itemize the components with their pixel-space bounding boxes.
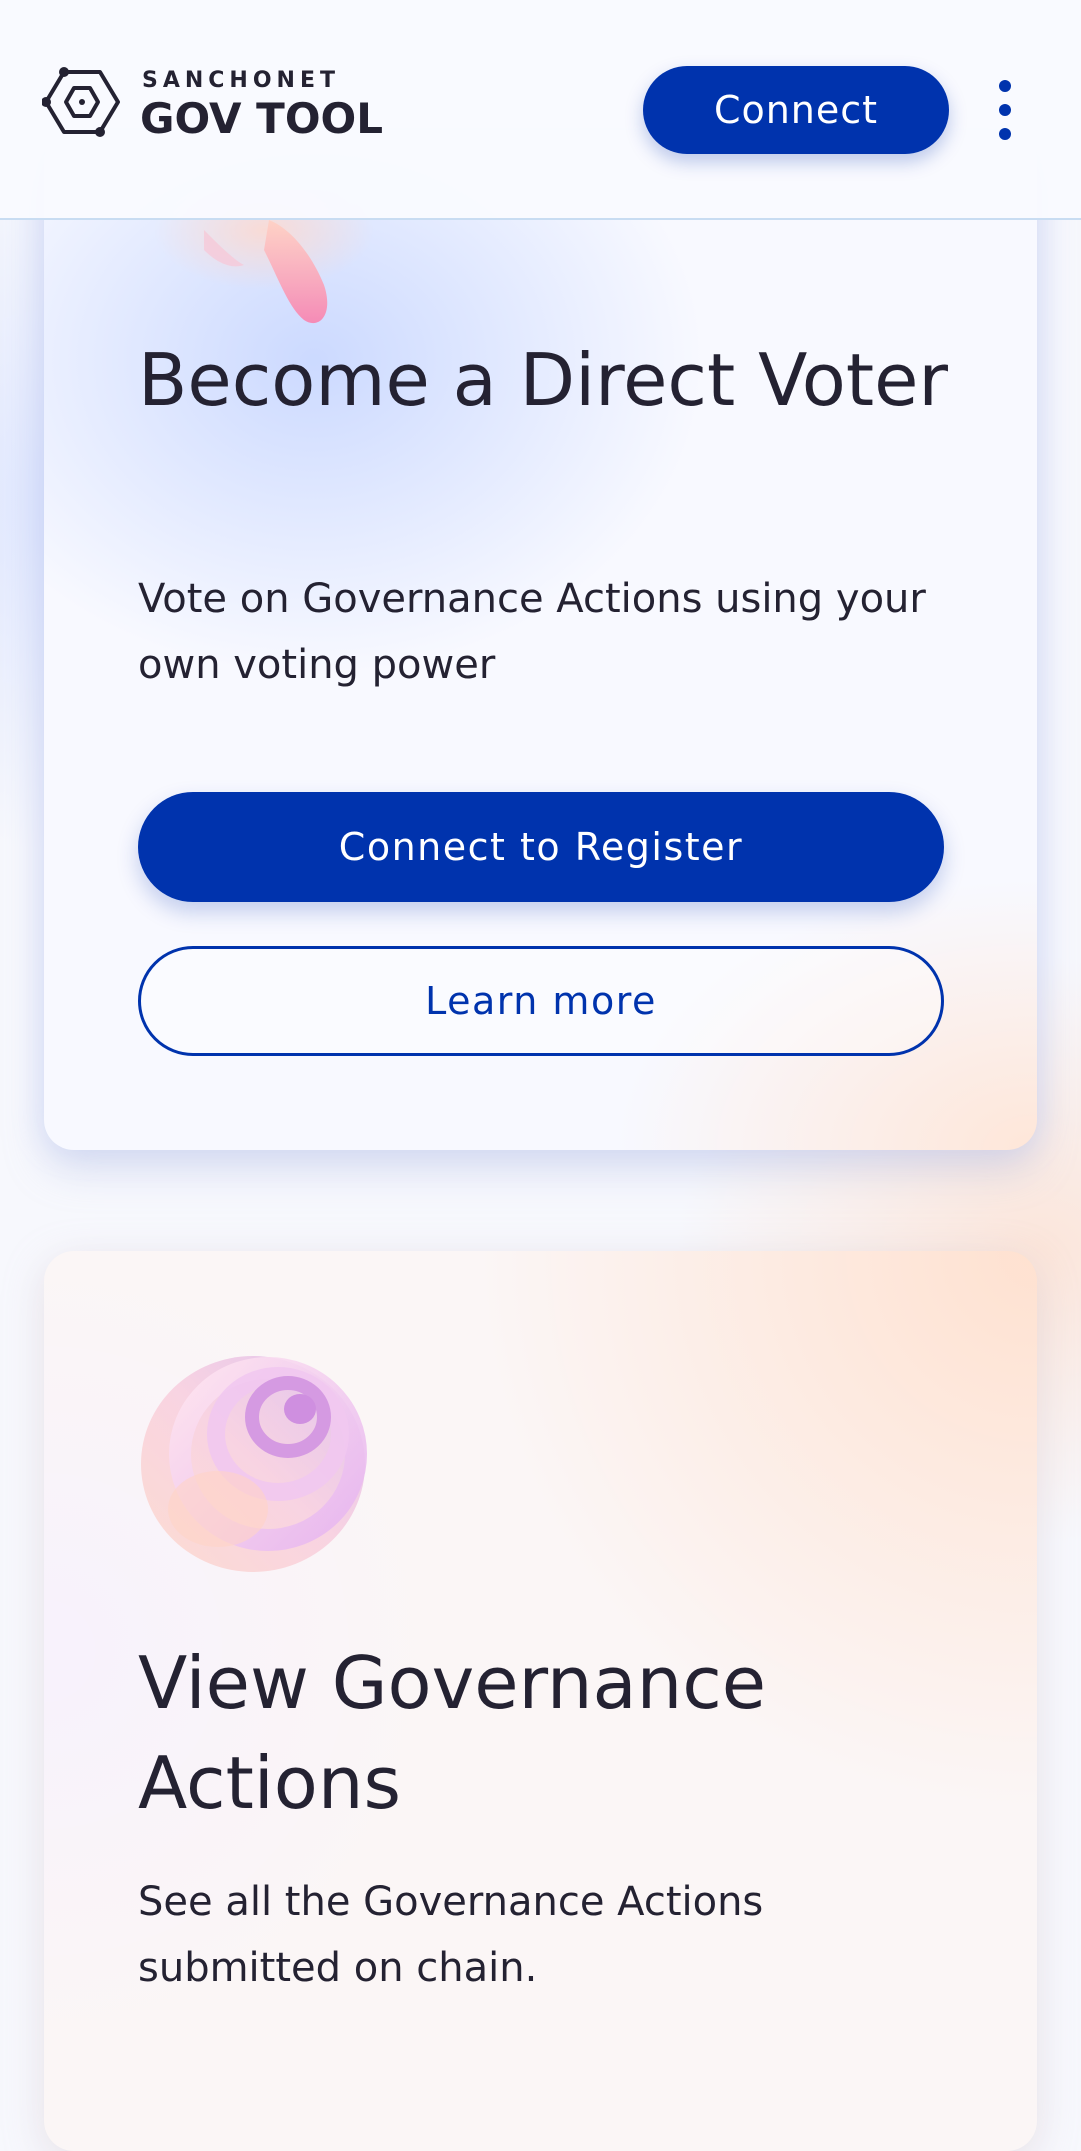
- network-label: SANCHONET: [142, 68, 340, 93]
- menu-dot: [999, 80, 1011, 92]
- card-title: View Governance Actions: [138, 1641, 767, 1825]
- app-name: GOV TOOL: [140, 94, 383, 143]
- vertical-dots-menu-icon[interactable]: [990, 80, 1020, 140]
- menu-dot: [999, 128, 1011, 140]
- menu-dot: [999, 104, 1011, 116]
- govtool-logo-icon: [42, 67, 120, 137]
- connect-wallet-button[interactable]: Connect: [643, 66, 949, 154]
- connect-to-register-button[interactable]: Connect to Register: [138, 792, 944, 902]
- govtool-logo[interactable]: SANCHONET GOV TOOL: [42, 64, 383, 144]
- top-header: SANCHONET GOV TOOL Connect: [0, 0, 1081, 220]
- card-description: See all the Governance Actions submitted…: [138, 1879, 764, 1991]
- spiral-illustration: [141, 1356, 367, 1572]
- card-description: Vote on Governance Actions using your ow…: [138, 576, 926, 688]
- view-governance-actions-card: View Governance Actions See all the Gove…: [44, 1251, 1037, 2151]
- card-title: Become a Direct Voter: [138, 338, 948, 422]
- learn-more-button[interactable]: Learn more: [138, 946, 944, 1056]
- direct-voter-card: Become a Direct Voter Vote on Governance…: [44, 130, 1037, 1150]
